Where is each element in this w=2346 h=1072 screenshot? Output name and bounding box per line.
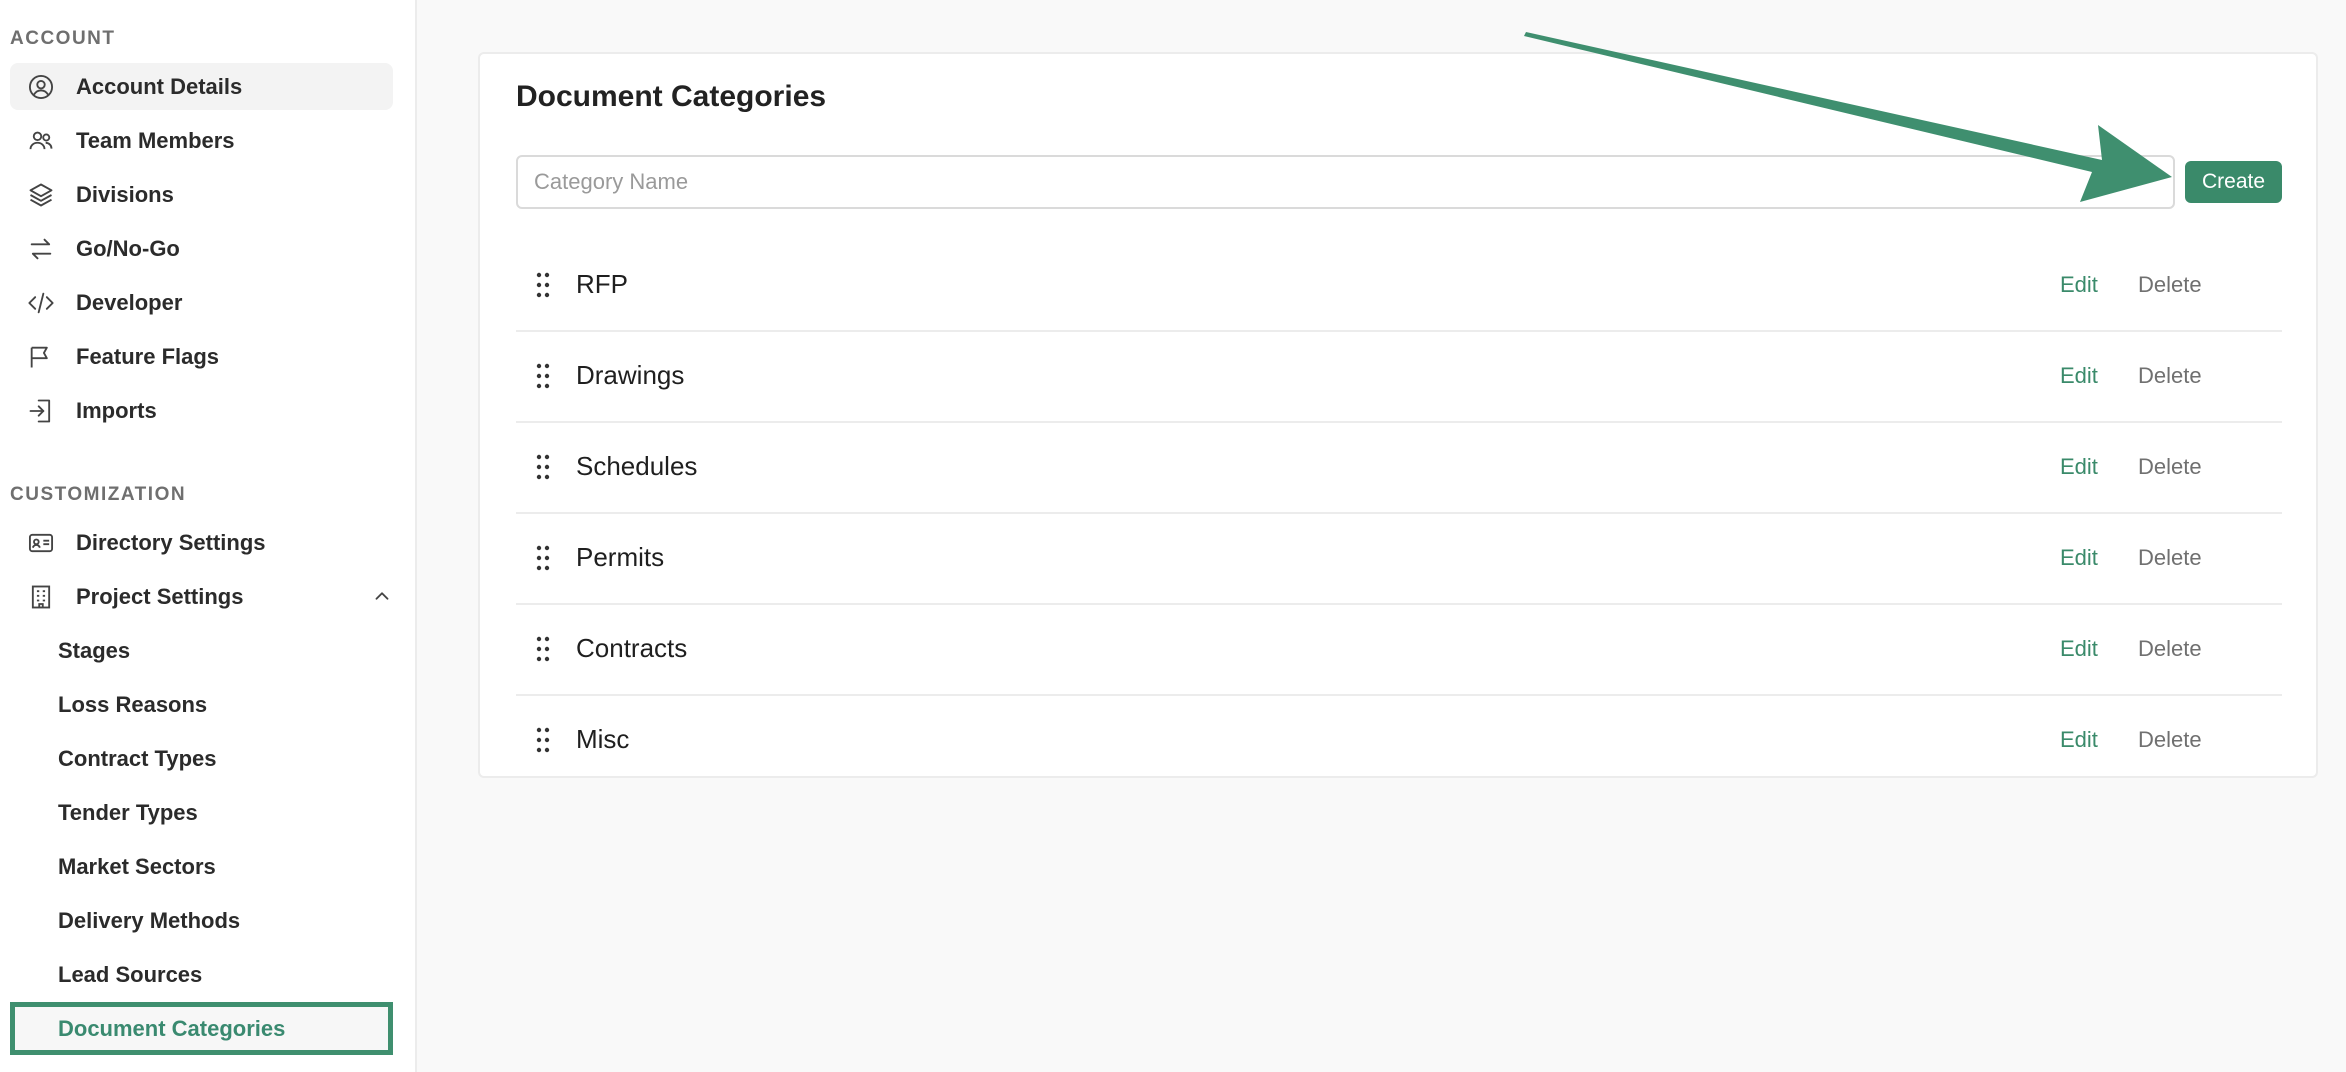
sidebar-item-developer[interactable]: Developer [10,279,393,326]
sidebar-subitem-document-categories[interactable]: Document Categories [10,1002,393,1055]
category-row: Permits Edit Delete [516,514,2282,605]
sidebar-item-label: Project Settings [76,583,244,609]
edit-link[interactable]: Edit [2060,363,2098,389]
delete-link[interactable]: Delete [2138,272,2202,298]
category-name: RFP [576,269,628,299]
sidebar-item-label: Imports [76,397,157,423]
sidebar-item-label: Feature Flags [76,343,220,369]
sidebar-item-project-settings[interactable]: Project Settings [10,573,393,620]
sidebar-item-feature-flags[interactable]: Feature Flags [10,333,393,380]
flag-icon [26,342,56,372]
layers-icon [26,180,56,210]
category-row: Misc Edit Delete [516,696,2282,787]
sidebar-item-imports[interactable]: Imports [10,387,393,434]
sidebar-item-label: Divisions [76,181,174,207]
users-icon [26,126,56,156]
delete-link[interactable]: Delete [2138,727,2202,753]
sidebar-item-label: Account Details [76,73,243,99]
sidebar-item-go-no-go[interactable]: Go/No-Go [10,225,393,272]
delete-link[interactable]: Delete [2138,454,2202,480]
category-row: Schedules Edit Delete [516,423,2282,514]
drag-handle-icon[interactable] [536,545,550,571]
import-icon [26,396,56,426]
building-icon [26,582,56,612]
edit-link[interactable]: Edit [2060,636,2098,662]
sidebar-item-divisions[interactable]: Divisions [10,171,393,218]
user-circle-icon [26,72,56,102]
drag-handle-icon[interactable] [536,272,550,298]
account-section-heading: ACCOUNT [10,28,116,49]
sidebar-item-label: Team Members [76,127,235,153]
drag-handle-icon[interactable] [536,727,550,753]
sidebar-subitem-delivery-methods[interactable]: Delivery Methods [10,897,393,944]
delete-link[interactable]: Delete [2138,363,2202,389]
category-row: Contracts Edit Delete [516,605,2282,696]
edit-link[interactable]: Edit [2060,454,2098,480]
category-row: RFP Edit Delete [516,241,2282,332]
edit-link[interactable]: Edit [2060,272,2098,298]
drag-handle-icon[interactable] [536,454,550,480]
sidebar-item-account-details[interactable]: Account Details [10,63,393,110]
category-row: Drawings Edit Delete [516,332,2282,423]
sidebar-item-label: Developer [76,289,183,315]
sidebar-subitem-lead-sources[interactable]: Lead Sources [10,951,393,998]
customization-section-heading: CUSTOMIZATION [10,484,187,505]
category-name: Contracts [576,633,688,663]
arrows-exchange-icon [26,234,56,264]
sidebar-subitem-stages[interactable]: Stages [10,627,393,674]
edit-link[interactable]: Edit [2060,727,2098,753]
id-card-icon [26,528,56,558]
chevron-up-icon[interactable] [371,585,393,607]
sidebar-subitem-loss-reasons[interactable]: Loss Reasons [10,681,393,728]
category-name: Schedules [576,451,698,481]
category-name: Misc [576,724,630,754]
create-button[interactable]: Create [2185,161,2282,203]
category-name-input[interactable] [516,155,2175,209]
code-icon [26,288,56,318]
delete-link[interactable]: Delete [2138,545,2202,571]
sidebar-subitem-market-sectors[interactable]: Market Sectors [10,843,393,890]
drag-handle-icon[interactable] [536,636,550,662]
sidebar-item-team-members[interactable]: Team Members [10,117,393,164]
category-name: Drawings [576,360,685,390]
sidebar-item-directory-settings[interactable]: Directory Settings [10,519,393,566]
document-categories-card: Document Categories Create RFP Edit Dele… [478,52,2318,778]
page-title: Document Categories [516,80,827,113]
category-name: Permits [576,542,665,572]
sidebar-item-label: Go/No-Go [76,235,180,261]
sidebar-subitem-contract-types[interactable]: Contract Types [10,735,393,782]
drag-handle-icon[interactable] [536,363,550,389]
sidebar-subitem-tender-types[interactable]: Tender Types [10,789,393,836]
sidebar-item-label: Directory Settings [76,529,266,555]
delete-link[interactable]: Delete [2138,636,2202,662]
settings-sidebar: ACCOUNT Account Details Team Members Div… [0,0,417,1072]
edit-link[interactable]: Edit [2060,545,2098,571]
